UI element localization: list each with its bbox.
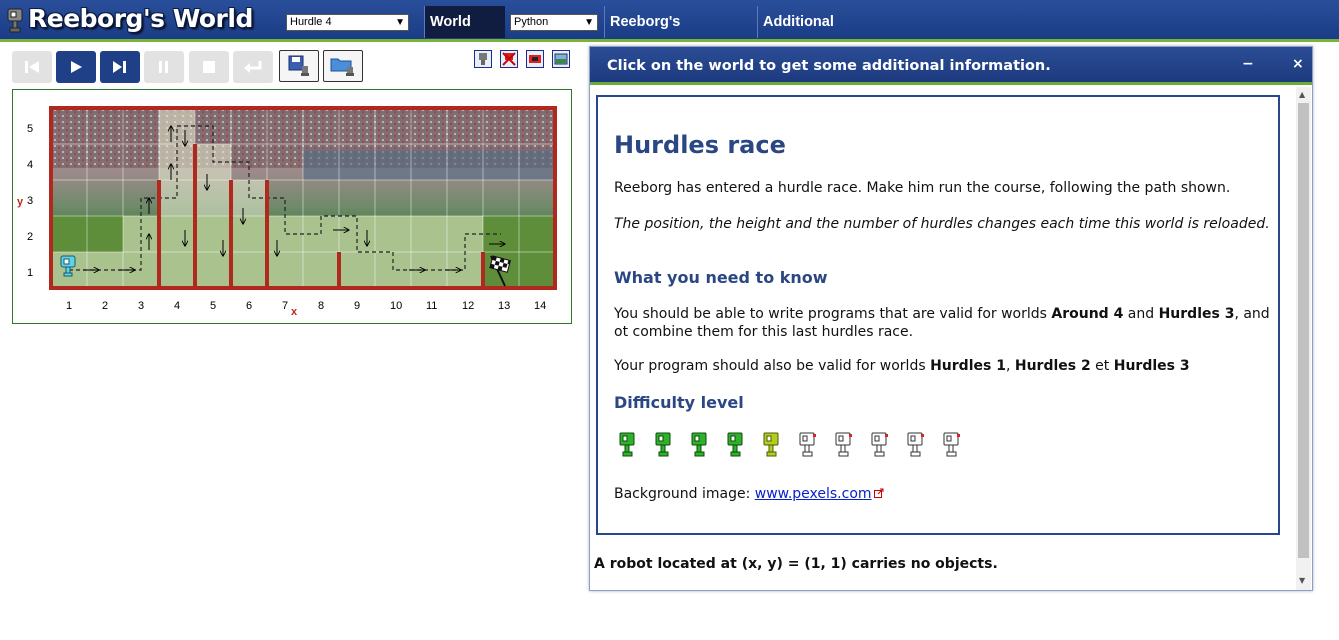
x-tick-label: 7 [282,300,289,312]
reload-button[interactable] [12,51,52,83]
dialog-scrollbar[interactable]: ▲ ▼ [1296,87,1311,590]
pexels-link[interactable]: www.pexels.com [755,486,872,502]
scroll-down-icon[interactable]: ▼ [1299,576,1305,585]
robot-logo-icon [7,8,23,33]
text-span: and [1123,306,1159,322]
x-tick-label: 4 [174,300,181,312]
difficulty-robot-icon [871,432,888,457]
y-tick-label: 4 [27,159,34,171]
language-select[interactable]: Python ▼ [510,14,598,31]
text-span: Background image: [614,486,755,502]
robot-status: A robot located at (x, y) = (1, 1) carri… [594,556,998,572]
x-tick-label: 12 [462,300,475,312]
world-name: Around 4 [1051,306,1124,322]
text-span: et [1090,358,1114,374]
world-grid[interactable] [13,90,573,325]
x-tick-label: 13 [498,300,511,312]
world-info-button[interactable]: World info [424,6,505,62]
open-folder-icon [330,58,354,76]
difficulty-robot-icon [763,432,779,457]
difficulty-robot-icon [943,432,960,457]
x-tick-label: 5 [210,300,217,312]
x-tick-label: 2 [102,300,109,312]
stop-icon [203,61,215,73]
x-tick-label: 6 [246,300,253,312]
external-link-icon [873,488,884,498]
play-icon [71,61,82,73]
difficulty-robot-icon [619,432,635,457]
pause-button[interactable] [144,51,184,83]
world-editor-icon[interactable] [552,50,570,68]
return-arrow-icon [244,61,262,73]
language-select-value: Python [514,16,549,28]
y-tick-label: 1 [27,267,34,279]
world-name: Hurdles 3 [1113,358,1190,374]
y-tick-label: 2 [27,231,34,243]
save-button[interactable] [279,50,319,82]
keyboard-button[interactable]: Reeborg's keyboard [604,6,752,62]
clear-world-icon[interactable] [526,50,544,68]
difficulty-heading: Difficulty level [614,393,744,412]
need-heading: What you need to know [614,268,828,287]
y-tick-label: 3 [27,195,34,207]
app-title: Reeborg's World [28,4,253,33]
difficulty-robot-icon [907,432,924,457]
x-tick-label: 11 [426,300,438,312]
x-tick-label: 8 [318,300,325,312]
delete-robot-icon[interactable] [500,50,518,68]
world-info-dialog: Click on the world to get some additiona… [589,46,1313,591]
top-bar: Reeborg's World Hurdle 4 ▼ World info Py… [0,0,1339,62]
world-name: Hurdles 2 [1014,358,1091,374]
dialog-title: Click on the world to get some additiona… [607,58,1051,74]
chevron-down-icon: ▼ [395,17,405,28]
description-heading: Hurdles race [614,131,786,159]
intro-text: Reeborg has entered a hurdle race. Make … [614,180,1231,196]
world-name: Hurdles 1 [930,358,1006,374]
text-span: You should be able to write programs tha… [614,306,1052,322]
pause-icon [159,61,168,73]
return-button[interactable] [233,51,273,83]
difficulty-robot-icon [655,432,671,457]
note-text: The position, the height and the number … [614,216,1270,232]
text-span: Your program should also be valid for wo… [614,358,931,374]
difficulty-robot-icon [799,432,816,457]
open-button[interactable] [323,50,363,82]
chevron-down-icon: ▼ [584,17,594,28]
additional-options-button[interactable]: Additional options [757,6,892,62]
scroll-up-icon[interactable]: ▲ [1299,90,1305,99]
world-name: Hurdles 3 [1158,306,1235,322]
minimize-icon[interactable]: − [1242,56,1254,72]
difficulty-robot-icon [691,432,707,457]
background-credit: Background image: www.pexels.com [614,485,1274,503]
x-tick-label: 9 [354,300,361,312]
difficulty-robot-icon [835,432,852,457]
step-icon [113,61,126,73]
need-paragraph-2: Your program should also be valid for wo… [614,357,1274,375]
y-tick-label: 5 [27,123,34,135]
world-select-value: Hurdle 4 [290,16,332,28]
difficulty-robot-icon [727,432,743,457]
save-disk-icon [288,55,309,76]
difficulty-rating [618,431,978,461]
y-axis-name: y [17,196,24,208]
text-span: , [1005,358,1015,374]
step-button[interactable] [100,51,140,83]
run-button[interactable] [56,51,96,83]
x-tick-label: 1 [66,300,73,312]
dialog-header[interactable]: Click on the world to get some additiona… [590,47,1312,85]
robot-settings-icon[interactable] [474,50,492,68]
x-tick-label: 10 [390,300,403,312]
world-description: Hurdles race Reeborg has entered a hurdl… [596,95,1280,535]
reload-icon [25,61,39,73]
x-tick-label: 3 [138,300,145,312]
need-paragraph-1: You should be able to write programs tha… [614,305,1274,341]
x-tick-label: 14 [534,300,547,312]
close-icon[interactable]: × [1292,56,1304,72]
world-canvas[interactable]: 5 4 3 2 1 y 1 2 3 4 5 6 7 x 8 9 10 11 12… [12,89,572,324]
stop-button[interactable] [189,51,229,83]
world-select[interactable]: Hurdle 4 ▼ [286,14,409,31]
x-axis-name: x [291,306,298,318]
scroll-thumb[interactable] [1298,103,1309,558]
